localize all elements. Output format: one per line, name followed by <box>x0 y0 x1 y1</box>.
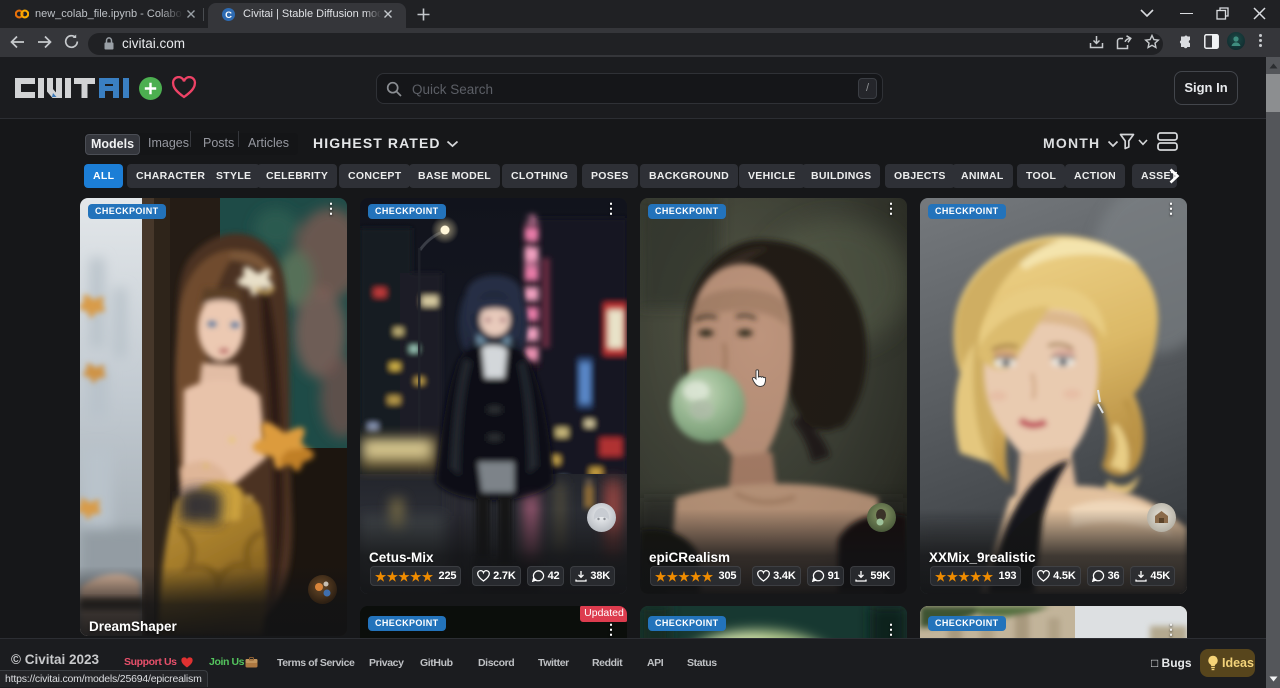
svg-text:C: C <box>225 10 232 21</box>
svg-text:ネオン街: ネオン街 <box>523 213 541 274</box>
